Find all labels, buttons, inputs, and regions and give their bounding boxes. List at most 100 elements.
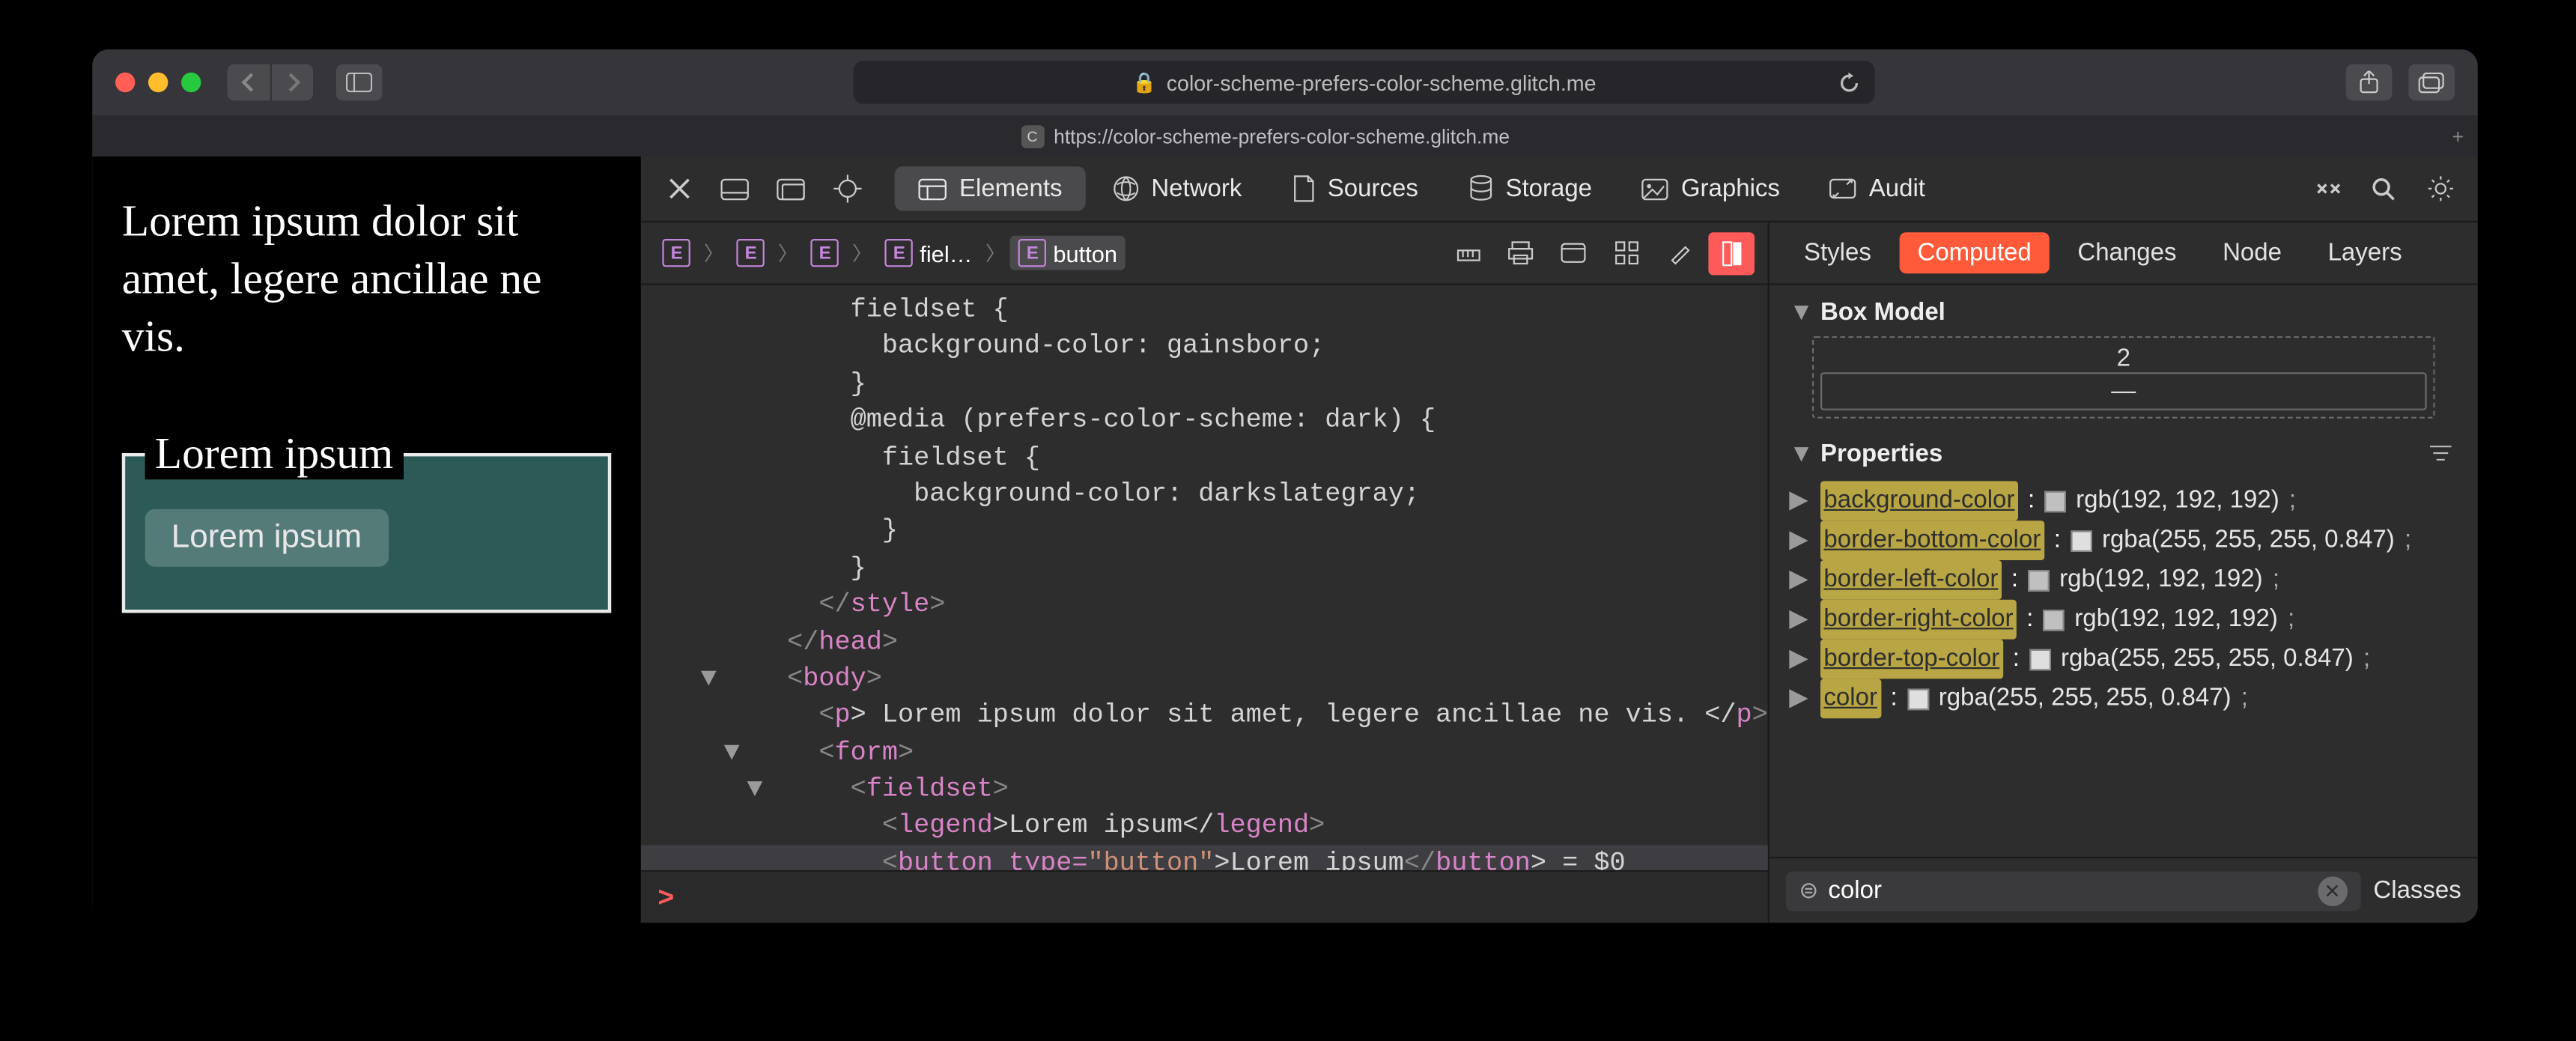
tab-graphics-label: Graphics	[1681, 174, 1780, 202]
dom-line[interactable]: fieldset {	[641, 291, 1767, 328]
tab-favicon: C	[1021, 124, 1044, 148]
forward-button[interactable]	[270, 64, 313, 100]
box-model-value: —	[1826, 377, 2422, 405]
tab-sources-label: Sources	[1328, 174, 1418, 202]
properties-heading: Properties	[1820, 439, 1942, 467]
tab-audit-label: Audit	[1869, 174, 1925, 202]
paint-icon[interactable]	[1656, 231, 1702, 274]
tab-storage-label: Storage	[1505, 174, 1592, 202]
dom-line[interactable]: ▼ <form>	[641, 735, 1767, 771]
url-text: color-scheme-prefers-color-scheme.glitch…	[1167, 70, 1597, 95]
tab-changes[interactable]: Changes	[2059, 232, 2195, 273]
new-tab-button[interactable]: +	[2438, 124, 2478, 148]
share-button[interactable]	[2346, 64, 2393, 100]
browser-tab-bar: C https://color-scheme-prefers-color-sch…	[92, 115, 2478, 157]
prop-row[interactable]: ▶color:rgba(255, 255, 255, 0.847);	[1789, 679, 2458, 718]
dom-line[interactable]: fieldset {	[641, 439, 1767, 476]
filter-settings-icon[interactable]	[2422, 435, 2458, 471]
tab-network-label: Network	[1151, 174, 1242, 202]
breadcrumb[interactable]: E〉 E〉 E〉 Efiel…〉 Ebutton	[654, 236, 1439, 270]
tab-computed[interactable]: Computed	[1899, 232, 2050, 273]
page-button[interactable]: Lorem ipsum	[145, 509, 389, 567]
dom-line[interactable]: }	[641, 365, 1767, 402]
dock-bottom-icon[interactable]	[711, 166, 760, 212]
box-model-diagram[interactable]: 2 —	[1812, 336, 2435, 419]
search-button[interactable]	[2359, 166, 2408, 212]
dom-line[interactable]: <legend>Lorem ipsum</legend>	[641, 808, 1767, 845]
color-swatch[interactable]	[2044, 491, 2066, 512]
tab-elements-label: Elements	[959, 174, 1063, 202]
more-tabs-button[interactable]	[2303, 166, 2353, 212]
back-button[interactable]	[228, 64, 270, 100]
prop-row[interactable]: ▶border-top-color:rgba(255, 255, 255, 0.…	[1789, 640, 2458, 679]
chevron-down-icon[interactable]: ▼	[1789, 439, 1811, 467]
color-swatch[interactable]	[2028, 569, 2050, 591]
color-swatch[interactable]	[2071, 529, 2092, 551]
prop-row[interactable]: ▶border-bottom-color:rgba(255, 255, 255,…	[1789, 520, 2458, 560]
box-model-heading: Box Model	[1820, 298, 1945, 326]
tab-sources[interactable]: Sources	[1269, 166, 1442, 210]
prop-row[interactable]: ▶background-color:rgb(192, 192, 192);	[1789, 481, 2458, 520]
grid-icon[interactable]	[1603, 231, 1650, 274]
address-bar[interactable]: 🔒 color-scheme-prefers-color-scheme.glit…	[854, 61, 1875, 103]
zoom-window-button[interactable]	[181, 73, 201, 92]
close-devtools-button[interactable]	[654, 166, 704, 212]
print-icon[interactable]	[1498, 231, 1544, 274]
window-controls	[115, 73, 201, 92]
ruler-icon[interactable]	[1445, 231, 1491, 274]
prop-row[interactable]: ▶border-left-color:rgb(192, 192, 192);	[1789, 560, 2458, 600]
filter-input-wrap[interactable]: ⊜ ✕	[1786, 871, 2360, 911]
color-swatch[interactable]	[2029, 649, 2051, 670]
compositing-icon[interactable]	[1708, 231, 1755, 274]
dom-line[interactable]: </head>	[641, 624, 1767, 661]
target-icon[interactable]	[822, 166, 872, 212]
dom-line[interactable]: ▼ <fieldset>	[641, 771, 1767, 808]
tab-layers[interactable]: Layers	[2309, 232, 2419, 273]
dom-line[interactable]: @media (prefers-color-scheme: dark) {	[641, 402, 1767, 439]
dom-line[interactable]: background-color: darkslategray;	[641, 476, 1767, 513]
inspector-panel: Styles Computed Changes Node Layers ▼ Bo…	[1770, 222, 2478, 923]
filter-input[interactable]	[1828, 876, 2307, 904]
tab-elements[interactable]: Elements	[895, 166, 1085, 210]
box-model-value: 2	[1820, 345, 2427, 372]
page-paragraph: Lorem ipsum dolor sit amet, legere ancil…	[122, 192, 612, 366]
dom-tree[interactable]: fieldset { background-color: gainsboro; …	[641, 285, 1767, 870]
page-legend: Lorem ipsum	[145, 429, 404, 480]
clear-filter-button[interactable]: ✕	[2318, 875, 2348, 905]
dock-side-icon[interactable]	[767, 166, 816, 212]
browser-title-bar: 🔒 color-scheme-prefers-color-scheme.glit…	[92, 49, 2478, 115]
dom-line[interactable]: <p> Lorem ipsum dolor sit amet, legere a…	[641, 697, 1767, 734]
filter-icon: ⊜	[1799, 876, 1818, 904]
current-tab[interactable]: C https://color-scheme-prefers-color-sch…	[92, 124, 2438, 148]
tab-node[interactable]: Node	[2205, 232, 2300, 273]
tab-graphics[interactable]: Graphics	[1618, 166, 1802, 210]
console-strip[interactable]: >	[641, 870, 1767, 923]
sidebar-toggle-button[interactable]	[336, 64, 383, 100]
dom-line[interactable]: }	[641, 550, 1767, 586]
window-icon[interactable]	[1550, 231, 1597, 274]
tab-styles[interactable]: Styles	[1786, 232, 1889, 273]
tab-network[interactable]: Network	[1089, 166, 1265, 210]
console-prompt-icon: >	[657, 881, 674, 914]
dom-line[interactable]: ▼ <body>	[641, 661, 1767, 697]
tab-title: https://color-scheme-prefers-color-schem…	[1054, 124, 1510, 148]
chevron-down-icon[interactable]: ▼	[1789, 298, 1811, 326]
settings-button[interactable]	[2415, 166, 2464, 212]
tabs-overview-button[interactable]	[2408, 64, 2455, 100]
dom-line[interactable]: background-color: gainsboro;	[641, 329, 1767, 365]
minimize-window-button[interactable]	[148, 73, 168, 92]
color-swatch[interactable]	[2043, 609, 2065, 631]
prop-row[interactable]: ▶border-right-color:rgb(192, 192, 192);	[1789, 600, 2458, 640]
elements-panel: E〉 E〉 E〉 Efiel…〉 Ebutton	[641, 222, 1769, 923]
dom-line[interactable]: }	[641, 513, 1767, 550]
dom-line-selected[interactable]: <button type="button">Lorem ipsum</butto…	[641, 845, 1767, 869]
close-window-button[interactable]	[115, 73, 135, 92]
tab-storage[interactable]: Storage	[1445, 166, 1615, 210]
reload-button[interactable]	[1837, 70, 1862, 95]
color-swatch[interactable]	[1907, 688, 1929, 710]
crumb-fieldset: fiel…	[920, 240, 972, 266]
devtools-panel: Elements Network Sources Storage	[641, 157, 2477, 923]
classes-button[interactable]: Classes	[2373, 876, 2461, 904]
dom-line[interactable]: </style>	[641, 586, 1767, 623]
tab-audit[interactable]: Audit	[1806, 166, 1948, 210]
